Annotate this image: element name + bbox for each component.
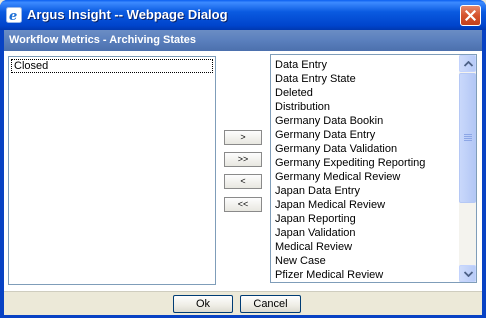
- list-item[interactable]: Medical Review: [271, 240, 460, 254]
- remove-button[interactable]: <: [224, 174, 262, 189]
- scroll-up-button[interactable]: [459, 55, 476, 72]
- list-item[interactable]: Japan Data Entry: [271, 184, 460, 198]
- svg-text:e: e: [9, 9, 17, 23]
- add-all-button-label: >>: [237, 154, 249, 164]
- vertical-scrollbar[interactable]: [459, 55, 476, 282]
- grip-line: [464, 140, 472, 141]
- list-item[interactable]: Japan Reporting: [271, 212, 460, 226]
- section-header: Workflow Metrics - Archiving States: [4, 30, 482, 51]
- list-item[interactable]: Data Entry State: [271, 72, 460, 86]
- close-button[interactable]: [460, 5, 481, 26]
- list-item[interactable]: Germany Data Validation: [271, 142, 460, 156]
- add-all-button[interactable]: >>: [224, 152, 262, 167]
- cancel-button[interactable]: Cancel: [240, 295, 301, 313]
- list-item[interactable]: Japan Validation: [271, 226, 460, 240]
- remove-button-label: <: [240, 176, 246, 186]
- list-item[interactable]: Distribution: [271, 100, 460, 114]
- list-item[interactable]: Germany Medical Review: [271, 170, 460, 184]
- close-icon: [465, 10, 476, 21]
- content-area: Closed > >> < << Data Entry Data Entry St…: [4, 51, 482, 291]
- selected-states-list[interactable]: Closed: [8, 56, 216, 285]
- dialog-client-area: Workflow Metrics - Archiving States Clos…: [4, 30, 482, 315]
- scroll-thumb[interactable]: [459, 73, 476, 203]
- dialog-window: e Argus Insight -- Webpage Dialog Workfl…: [0, 0, 486, 318]
- section-title: Workflow Metrics - Archiving States: [9, 34, 197, 46]
- remove-all-button-label: <<: [237, 199, 249, 209]
- list-item[interactable]: Pfizer Medical Review: [271, 268, 460, 282]
- remove-all-button[interactable]: <<: [224, 197, 262, 212]
- add-button[interactable]: >: [224, 130, 262, 145]
- ie-icon: e: [6, 7, 22, 24]
- available-states-items: Data Entry Data Entry State Deleted Distrib…: [271, 58, 460, 282]
- dialog-footer: Ok Cancel: [4, 291, 482, 315]
- chevron-down-icon: [464, 271, 473, 277]
- list-item[interactable]: Germany Expediting Reporting: [271, 156, 460, 170]
- list-item[interactable]: Data Entry: [271, 58, 460, 72]
- window-title: Argus Insight -- Webpage Dialog: [27, 7, 228, 22]
- list-item[interactable]: New Case: [271, 254, 460, 268]
- list-item[interactable]: Deleted: [271, 86, 460, 100]
- chevron-up-icon: [464, 61, 473, 67]
- title-bar[interactable]: e Argus Insight -- Webpage Dialog: [0, 0, 486, 30]
- scroll-down-button[interactable]: [459, 265, 476, 282]
- add-button-label: >: [240, 132, 246, 142]
- grip-line: [464, 138, 472, 139]
- list-item[interactable]: Germany Data Entry: [271, 128, 460, 142]
- grip-line: [464, 134, 472, 135]
- list-item[interactable]: Closed: [11, 59, 213, 73]
- list-item[interactable]: Germany Data Bookin: [271, 114, 460, 128]
- ok-button[interactable]: Ok: [173, 295, 233, 313]
- window-frame-right: [482, 30, 486, 318]
- list-item[interactable]: Japan Medical Review: [271, 198, 460, 212]
- grip-line: [464, 136, 472, 137]
- available-states-list[interactable]: Data Entry Data Entry State Deleted Distrib…: [270, 54, 477, 283]
